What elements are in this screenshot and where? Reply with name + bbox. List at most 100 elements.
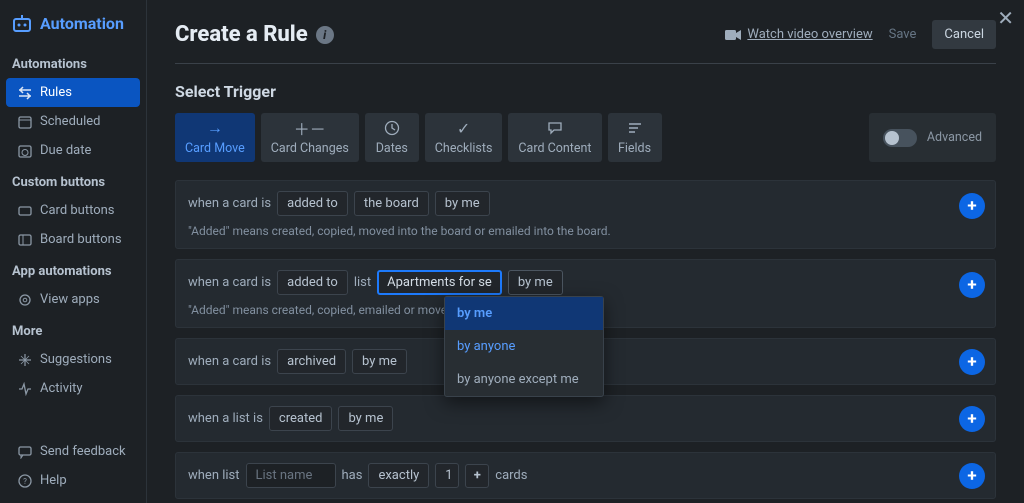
count-input[interactable]: 1 (435, 463, 459, 488)
tab-card-content[interactable]: Card Content (508, 113, 601, 162)
sidebar-item-label: Activity (40, 381, 83, 396)
tab-card-move[interactable]: → Card Move (175, 113, 255, 162)
pill-action[interactable]: created (269, 406, 333, 431)
pill-comparator[interactable]: exactly (368, 463, 429, 488)
trigger-row: when a card is added to the board by me … (175, 180, 996, 249)
trigger-row: when list List name has exactly 1 + card… (175, 452, 996, 499)
sidebar-item-due-date[interactable]: Due date (6, 136, 140, 165)
pill-action[interactable]: added to (277, 191, 348, 216)
add-trigger-button[interactable]: + (959, 349, 985, 375)
trigger-text: cards (495, 468, 527, 483)
sidebar-item-label: Card buttons (40, 203, 115, 218)
sidebar-item-label: Rules (40, 85, 72, 100)
pill-actor[interactable]: by me (338, 406, 393, 431)
advanced-toggle[interactable] (883, 129, 917, 147)
sidebar-item-label: Scheduled (40, 114, 100, 129)
sidebar-section-app-automations: App automations (0, 254, 146, 285)
calendar-icon (18, 115, 32, 129)
robot-icon (12, 15, 32, 33)
video-link-label: Watch video overview (747, 27, 872, 42)
tab-card-changes[interactable]: ＋－ Card Changes (261, 113, 359, 162)
list-name-input[interactable]: List name (246, 463, 336, 488)
tab-label: Fields (618, 141, 651, 156)
trigger-list: when a card is added to the board by me … (175, 180, 996, 499)
pill-actor[interactable]: by me (508, 270, 563, 295)
trigger-tabs: → Card Move ＋－ Card Changes Dates ✓ Chec… (175, 113, 996, 162)
trigger-row: when a card is added to list Apartments … (175, 259, 996, 328)
sidebar-section-more: More (0, 314, 146, 345)
dropdown-option[interactable]: by anyone except me (445, 363, 603, 396)
trigger-row: when a list is created by me + (175, 395, 996, 442)
increment-button[interactable]: + (465, 464, 489, 488)
trigger-text: when a card is (188, 275, 271, 290)
rules-icon (18, 86, 32, 100)
trigger-text: when a card is (188, 196, 271, 211)
section-title: Select Trigger (175, 82, 996, 101)
sidebar-item-card-buttons[interactable]: Card buttons (6, 196, 140, 225)
sidebar-item-suggestions[interactable]: Suggestions (6, 345, 140, 374)
add-trigger-button[interactable]: + (959, 406, 985, 432)
list-name-input[interactable]: Apartments for se (377, 270, 502, 295)
add-trigger-button[interactable]: + (959, 463, 985, 489)
close-button[interactable]: ✕ (997, 6, 1014, 30)
advanced-toggle-wrap: Advanced (869, 113, 996, 162)
tab-label: Card Move (185, 141, 245, 156)
clock-calendar-icon (18, 144, 32, 158)
plus-minus-icon: ＋－ (294, 119, 326, 137)
sidebar-section-automations: Automations (0, 47, 146, 78)
speech-icon (547, 119, 563, 137)
fields-icon (627, 119, 643, 137)
board-icon (18, 233, 32, 247)
add-trigger-button[interactable]: + (959, 193, 985, 219)
pill-action[interactable]: archived (277, 349, 346, 374)
pill-actor[interactable]: by me (352, 349, 407, 374)
brand: Automation (0, 4, 146, 47)
activity-icon (18, 382, 32, 396)
sidebar-item-help[interactable]: ? Help (6, 466, 140, 495)
tab-fields[interactable]: Fields (608, 113, 662, 162)
tab-label: Card Content (518, 141, 591, 156)
trigger-hint: "Added" means created, copied, moved int… (188, 224, 983, 238)
sidebar-item-send-feedback[interactable]: Send feedback (6, 437, 140, 466)
dropdown-option[interactable]: by me (445, 297, 603, 330)
cancel-button[interactable]: Cancel (932, 20, 996, 49)
trigger-text: when list (188, 468, 240, 483)
main-panel: ✕ Create a Rule i Watch video overview S… (147, 0, 1024, 503)
sparkle-icon (18, 353, 32, 367)
pill-target[interactable]: the board (354, 191, 429, 216)
clock-icon (384, 119, 400, 137)
placeholder: List name (256, 468, 313, 483)
sidebar-section-custom-buttons: Custom buttons (0, 165, 146, 196)
sidebar-item-view-apps[interactable]: View apps (6, 285, 140, 314)
page-title: Create a Rule (175, 22, 308, 47)
video-overview-link[interactable]: Watch video overview (725, 27, 872, 42)
advanced-label: Advanced (927, 130, 982, 145)
pill-actor[interactable]: by me (435, 191, 490, 216)
trigger-text: when a list is (188, 411, 263, 426)
gear-icon (18, 293, 32, 307)
add-trigger-button[interactable]: + (959, 272, 985, 298)
tab-label: Card Changes (271, 141, 349, 156)
sidebar-item-label: Due date (40, 143, 91, 158)
sidebar-item-label: Suggestions (40, 352, 112, 367)
sidebar-item-board-buttons[interactable]: Board buttons (6, 225, 140, 254)
sidebar-item-label: Help (40, 473, 67, 488)
brand-name: Automation (40, 14, 124, 33)
video-icon (725, 29, 741, 41)
svg-text:?: ? (23, 477, 27, 486)
sidebar-item-rules[interactable]: Rules (6, 78, 140, 107)
info-icon[interactable]: i (316, 26, 334, 44)
actor-dropdown: by me by anyone by anyone except me (444, 296, 604, 397)
sidebar-item-label: Send feedback (40, 444, 126, 459)
tab-checklists[interactable]: ✓ Checklists (425, 113, 503, 162)
sidebar-item-scheduled[interactable]: Scheduled (6, 107, 140, 136)
dropdown-option[interactable]: by anyone (445, 330, 603, 363)
tab-dates[interactable]: Dates (365, 113, 419, 162)
sidebar-item-activity[interactable]: Activity (6, 374, 140, 403)
card-icon (18, 204, 32, 218)
divider (175, 63, 996, 64)
pill-action[interactable]: added to (277, 270, 348, 295)
help-icon: ? (18, 474, 32, 488)
arrow-right-icon: → (207, 119, 223, 137)
tab-label: Dates (376, 141, 408, 156)
